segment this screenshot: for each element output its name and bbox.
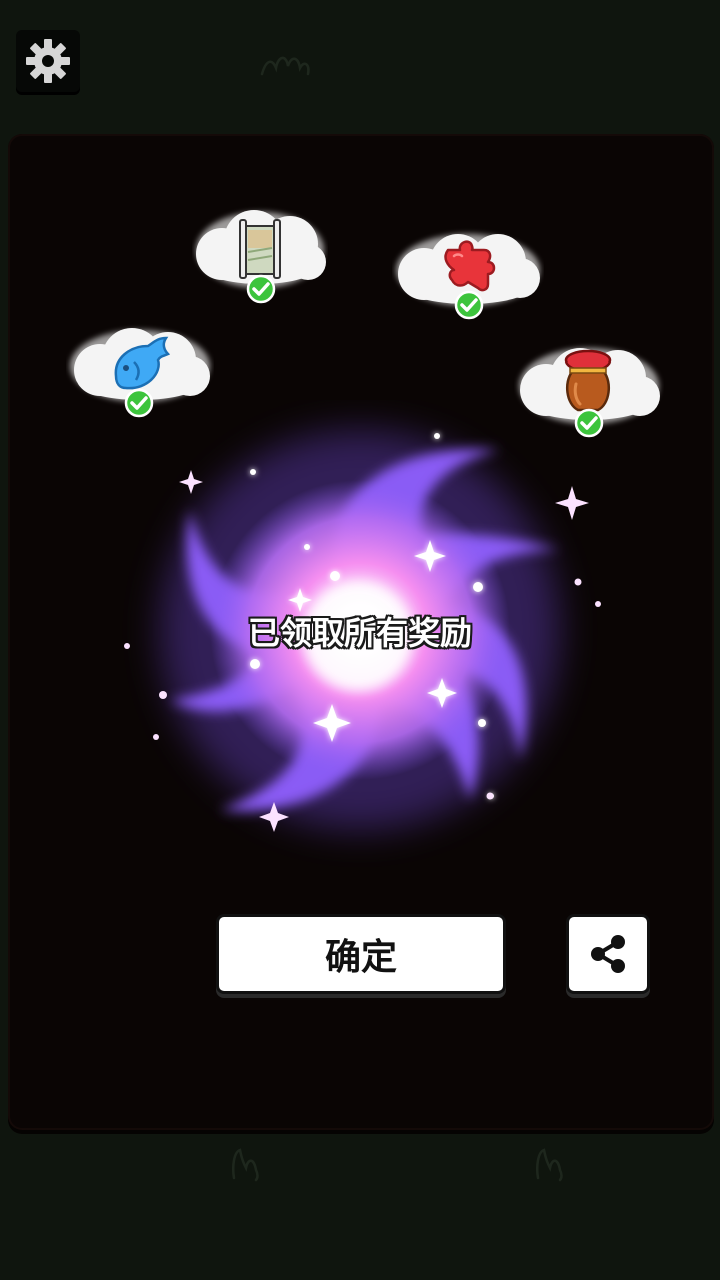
scroll-icon (239, 219, 281, 279)
reward-jar (514, 340, 664, 440)
game-screen: 已领取所有奖励 确定 (0, 0, 720, 1280)
reward-fish (66, 322, 214, 420)
confirm-button[interactable]: 确定 (216, 914, 506, 994)
fish-icon (114, 336, 171, 390)
reward-scroll (192, 204, 328, 304)
share-icon (591, 935, 625, 973)
check-icon (124, 388, 154, 418)
jar-icon (564, 349, 612, 412)
share-button[interactable] (566, 914, 650, 994)
all-rewards-claimed-message: 已领取所有奖励 (247, 614, 472, 652)
check-icon (454, 290, 484, 320)
reward-puzzle (392, 226, 544, 322)
check-icon (574, 408, 604, 438)
confirm-button-label: 确定 (324, 937, 397, 978)
puzzle-piece-icon (444, 240, 496, 292)
check-icon (246, 274, 276, 304)
